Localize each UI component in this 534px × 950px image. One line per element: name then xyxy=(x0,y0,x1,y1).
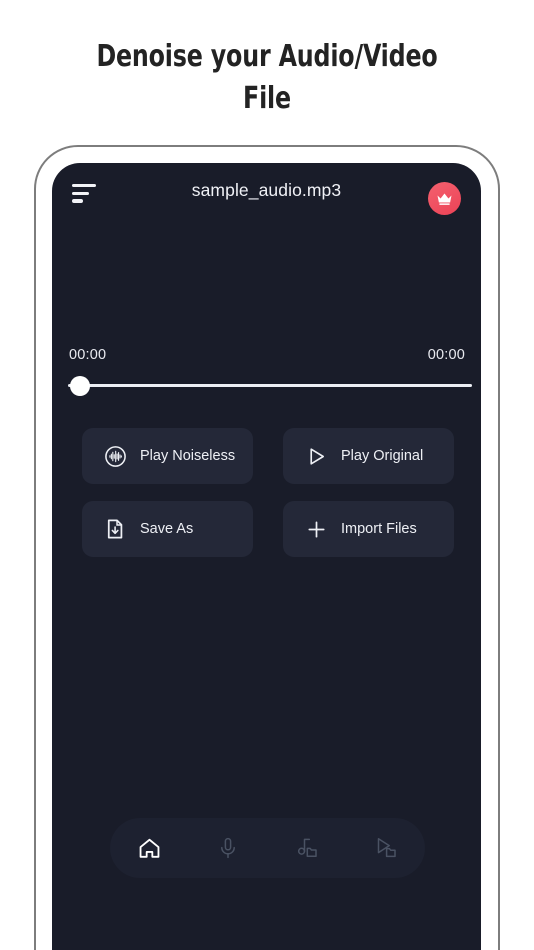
save-as-label: Save As xyxy=(140,521,194,537)
app-bar: sample_audio.mp3 xyxy=(52,163,481,225)
video-folder-icon xyxy=(377,838,396,858)
nav-item-record[interactable] xyxy=(205,825,251,871)
app-bar-title: sample_audio.mp3 xyxy=(191,180,342,200)
plus-icon xyxy=(304,517,328,541)
seek-slider[interactable] xyxy=(68,376,472,396)
nav-item-video-files[interactable] xyxy=(363,825,409,871)
page-title-line-1: Denoise your Audio/Video xyxy=(96,39,438,74)
nav-item-audio-files[interactable] xyxy=(284,825,330,871)
action-button-row-1: Play Noiseless Play Original xyxy=(82,428,454,484)
audio-waveform-circle-icon xyxy=(103,444,127,468)
play-noiseless-button[interactable]: Play Noiseless xyxy=(82,428,253,484)
phone-screen: sample_audio.mp3 00:00 00:00 Play Noisel… xyxy=(52,163,481,950)
waveform-display-area xyxy=(52,225,481,343)
play-triangle-icon xyxy=(304,444,328,468)
total-time-label: 00:00 xyxy=(427,347,465,363)
page-title: Denoise your Audio/Video File xyxy=(32,36,502,120)
play-original-label: Play Original xyxy=(341,448,424,464)
play-original-button[interactable]: Play Original xyxy=(283,428,454,484)
seek-slider-thumb[interactable] xyxy=(70,376,90,396)
save-as-button[interactable]: Save As xyxy=(82,501,253,557)
play-noiseless-label: Play Noiseless xyxy=(140,448,236,464)
action-button-row-2: Save As Import Files xyxy=(82,501,454,557)
import-files-label: Import Files xyxy=(341,521,417,537)
bottom-navigation-bar xyxy=(110,818,425,878)
page-title-line-2: File xyxy=(243,81,291,116)
import-files-button[interactable]: Import Files xyxy=(283,501,454,557)
file-download-icon xyxy=(103,517,127,541)
crown-icon xyxy=(437,193,452,205)
action-button-grid: Play Noiseless Play Original Save As Imp… xyxy=(82,428,454,574)
nav-item-home[interactable] xyxy=(126,825,172,871)
music-folder-icon xyxy=(297,838,317,858)
premium-crown-button[interactable] xyxy=(428,182,461,215)
microphone-icon xyxy=(221,837,236,859)
current-time-label: 00:00 xyxy=(69,347,107,363)
time-row: 00:00 00:00 xyxy=(69,347,465,363)
seek-slider-track[interactable] xyxy=(68,384,472,387)
home-icon xyxy=(139,838,160,858)
page-root: Denoise your Audio/Video File sample_aud… xyxy=(0,0,534,950)
